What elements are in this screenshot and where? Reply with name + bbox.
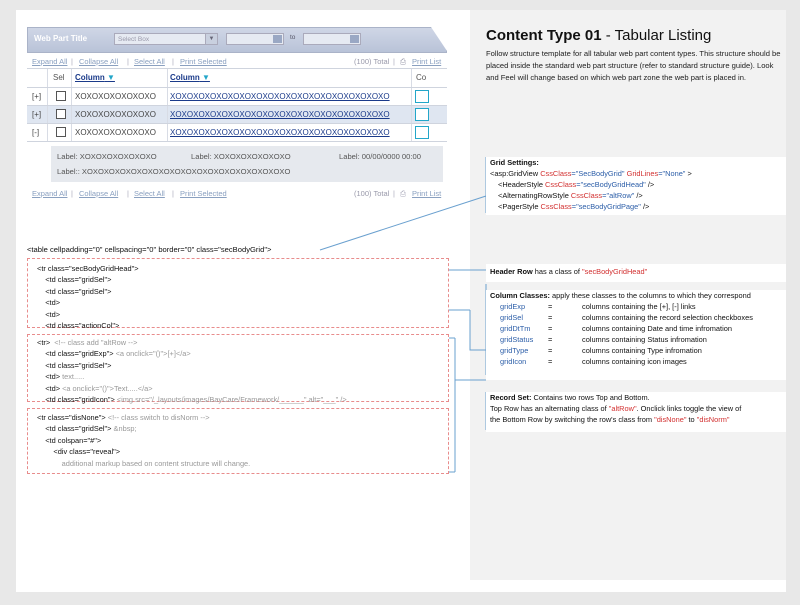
header-row-note: Header Row has a class of "secBodyGridHe…	[486, 264, 786, 282]
class-row: gridType = columns containing Type infroma…	[500, 346, 702, 355]
class-row: gridStatus = columns containing Status inf…	[500, 335, 707, 344]
column-classes-panel: Column Classes: apply these classes to t…	[486, 290, 786, 380]
class-row: gridIcon = columns containing icon images	[500, 357, 687, 366]
column-classes-intro: Column Classes: apply these classes to t…	[490, 291, 751, 300]
grid-settings-panel: Grid Settings: <asp:GridView CssClass="S…	[486, 157, 786, 215]
class-row: gridDtTm = columns containing Date and tim…	[500, 324, 732, 333]
record-set-line-2: Top Row has an alternating class of "alt…	[490, 404, 742, 413]
class-row: gridSel = columns containing the record se…	[500, 313, 753, 322]
grid-settings-heading: Grid Settings:	[490, 158, 539, 167]
grid-settings-line-4: <PagerStyle CssClass="secBodyGridPage" /…	[498, 202, 650, 211]
grid-settings-line-3: <AlternatingRowStyle CssClass="altRow" /…	[498, 191, 643, 200]
class-row: gridExp = columns containing the [+], [-] …	[500, 302, 696, 311]
record-set-panel: Record Set: Contains two rows Top and Bo…	[486, 392, 786, 432]
record-set-line-3: the Bottom Row by switching the row's cl…	[490, 415, 730, 424]
grid-settings-line-1: <asp:GridView CssClass="SecBodyGrid" Gri…	[490, 169, 692, 178]
grid-settings-line-2: <HeaderStyle CssClass="secBodyGridHead" …	[498, 180, 655, 189]
record-set-line-1: Record Set: Contains two rows Top and Bo…	[490, 393, 650, 402]
